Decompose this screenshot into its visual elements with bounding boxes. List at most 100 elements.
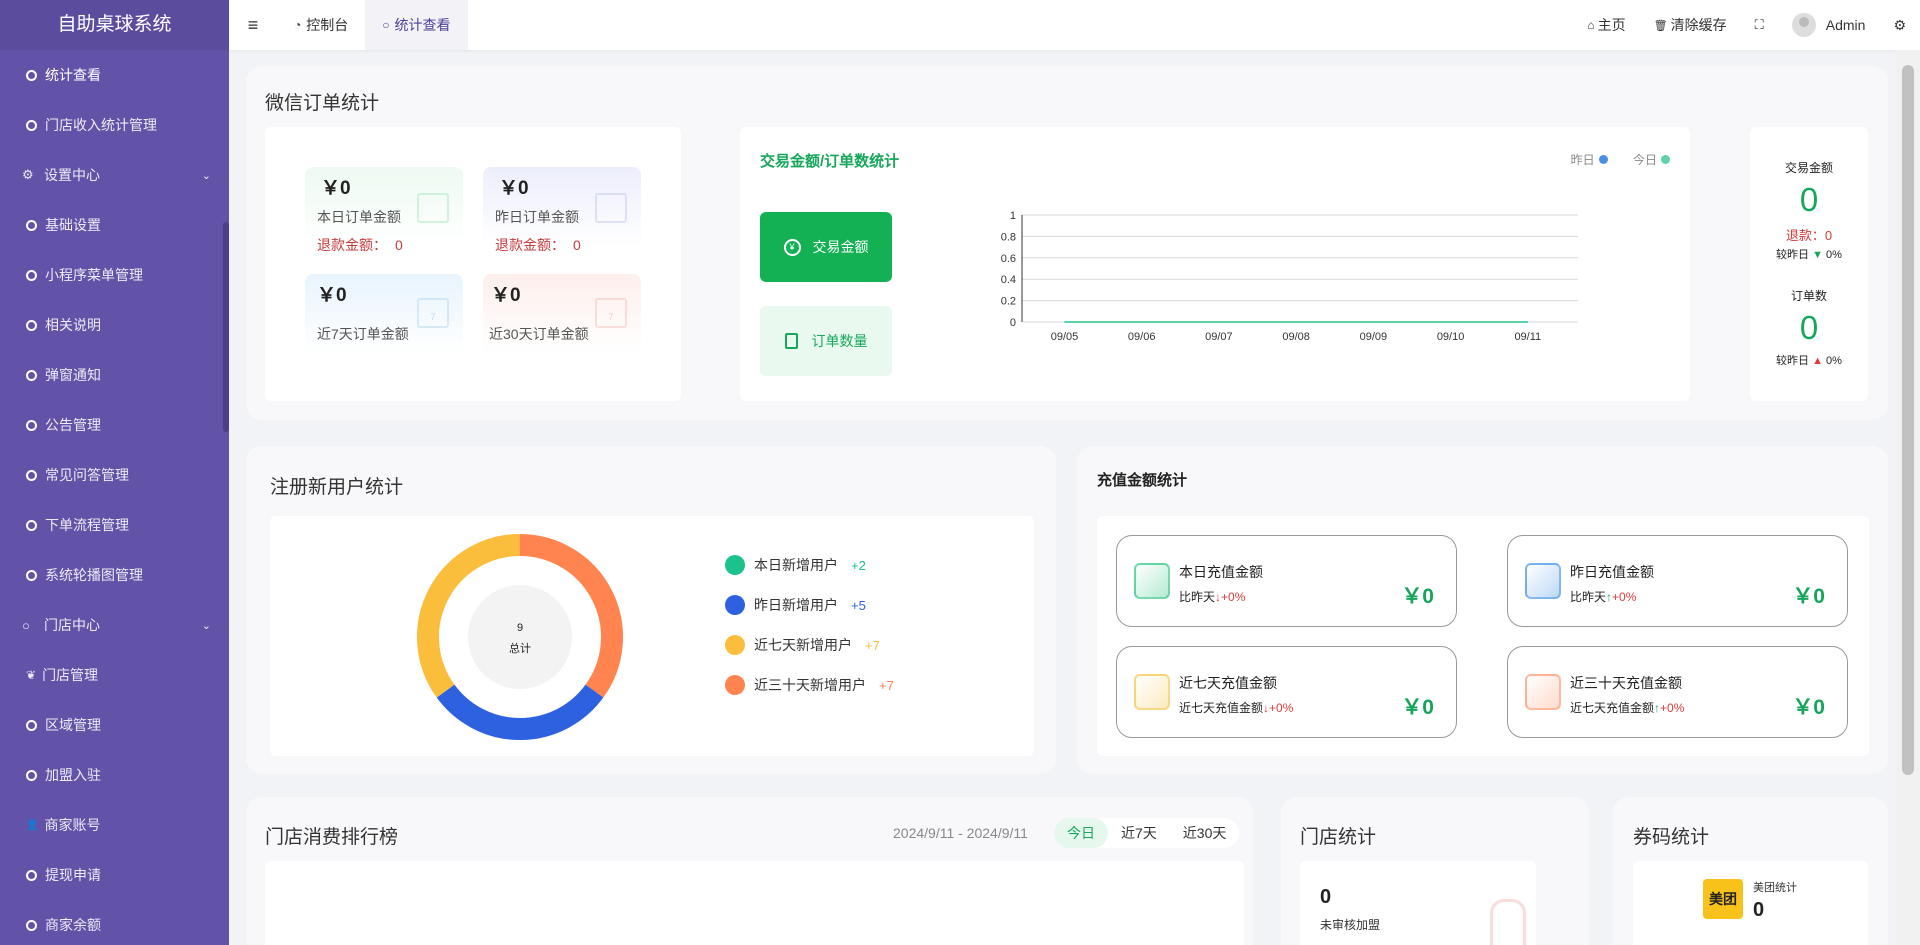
button-label: 订单数量 (811, 333, 868, 349)
money-bag-icon (1134, 563, 1170, 599)
scrollbar-thumb[interactable] (1902, 65, 1914, 775)
sidebar-item[interactable]: 下单流程管理 (0, 500, 229, 550)
range-today[interactable]: 今日 (1054, 818, 1108, 848)
menu-toggle-icon[interactable]: ≡ (229, 15, 277, 36)
sidebar-item-label: 商家账号 (44, 817, 101, 833)
y-tick-label: 1 (1010, 210, 1016, 222)
range-7days[interactable]: 近7天 (1108, 818, 1170, 848)
tab-label: 统计查看 (394, 17, 451, 33)
ranking-panel: 门店消费排行榜 2024/9/11 - 2024/9/11 今日 近7天 近30… (246, 797, 1253, 945)
store-label: 未审核加盟 (1320, 918, 1381, 932)
app-title: 自助桌球系统 (0, 0, 229, 50)
legend-dot-today (1661, 155, 1670, 164)
summary-orders-compare: 较昨日 ▲ 0% (1776, 355, 1842, 367)
trade-amount-button[interactable]: ¥ 交易金额 (760, 212, 892, 282)
x-tick-label: 09/07 (1205, 331, 1233, 343)
sidebar-item[interactable]: 👤 商家账号 (0, 800, 229, 850)
recharge-value: ￥0 (1401, 696, 1434, 719)
avatar (1791, 13, 1816, 37)
recharge-title: 近七天充值金额 (1179, 675, 1277, 691)
calendar-icon: 7 (595, 298, 627, 328)
circle-icon (26, 69, 37, 81)
register-users-panel: 注册新用户统计 9 总计 本日新增用户 +2 昨日新增用户 +5 近七天新增用户 +7 近三… (246, 446, 1056, 774)
settings-icon[interactable]: ⚙ (1893, 17, 1906, 34)
recharge-stat-box: 近七天充值金额近七天充值金额↓+0% ￥0 (1116, 646, 1457, 738)
page-scrollbar[interactable] (1896, 50, 1920, 945)
refund: 退款金额： 0 (317, 237, 403, 253)
recharge-compare: 近七天充值金额↓+0% (1179, 701, 1294, 715)
panel-title: 注册新用户统计 (270, 477, 404, 498)
users-chart-card: 9 总计 本日新增用户 +2 昨日新增用户 +5 近七天新增用户 +7 近三十天新增用户 +7 (270, 516, 1034, 756)
sidebar-item[interactable]: ○ 门店中心 ⌄ (0, 600, 229, 650)
circle-icon (26, 269, 37, 281)
sidebar-item[interactable]: 系统轮播图管理 (0, 550, 229, 600)
circle-icon (26, 919, 37, 931)
donut-total-label: 总计 (509, 643, 531, 655)
sidebar-item-label: 门店管理 (42, 667, 99, 683)
y-tick-label: 0.6 (1001, 253, 1016, 265)
trade-chart-card: 交易金额/订单数统计 昨日 今日 ¥ 交易金额 订单数量 0 0.2 0.4 0.6 0… (740, 127, 1690, 401)
legend-value: +5 (851, 597, 866, 613)
legend-dot (725, 555, 745, 575)
sidebar-item[interactable]: 相关说明 (0, 300, 229, 350)
panel-title: 充值金额统计 (1097, 472, 1188, 489)
sidebar-item[interactable]: 提现申请 (0, 850, 229, 900)
legend-item: 近三十天新增用户 +7 (725, 675, 894, 695)
money-bag-icon (1134, 674, 1170, 710)
trade-line-chart: 0 0.2 0.4 0.6 0.8 1 09/05 09/06 09/07 09/08 09/09 0… (1001, 210, 1578, 343)
circle-icon: ○ (382, 18, 390, 32)
refund: 退款金额： 0 (495, 237, 581, 253)
range-30days[interactable]: 近30天 (1170, 818, 1240, 848)
topbar-actions: ⌂ 主页 🗑 清除缓存 ⛶ Admin ⚙ (1587, 13, 1920, 37)
sidebar-item-label: 系统轮播图管理 (45, 567, 143, 583)
yesterday-order-card: ￥0 昨日订单金额 退款金额： 0 (483, 167, 641, 253)
user-menu[interactable]: Admin (1791, 13, 1865, 37)
sidebar-item[interactable]: 商家余额 (0, 900, 229, 945)
legend-dot-yesterday (1598, 155, 1608, 164)
sidebar-item[interactable]: 常见问答管理 (0, 450, 229, 500)
recharge-value: ￥0 (1792, 585, 1825, 608)
label: 近30天订单金额 (489, 326, 589, 342)
clear-cache-button[interactable]: 🗑 清除缓存 (1654, 15, 1727, 35)
fullscreen-icon[interactable]: ⛶ (1755, 17, 1764, 33)
recharge-value: ￥0 (1792, 696, 1825, 719)
recharge-panel: 充值金额统计 本日充值金额 比昨天↓+0% ￥0 昨日充值金额 比昨天↑+0% ￥0 近七天… (1077, 446, 1888, 774)
tab-label: 控制台 (306, 17, 349, 33)
sidebar-item-label: 商家余额 (45, 917, 101, 933)
order-count-button[interactable]: 订单数量 (760, 306, 892, 376)
home-link[interactable]: ⌂ 主页 (1587, 15, 1625, 35)
stamp-icon (1490, 899, 1526, 945)
x-tick-label: 09/10 (1437, 331, 1465, 343)
sidebar-item[interactable]: 弹窗通知 (0, 350, 229, 400)
cogs-icon: ⚙ (22, 167, 34, 182)
yuan-icon: ¥ (783, 238, 801, 256)
donut-slice (436, 684, 604, 740)
tab-statistics[interactable]: ○ 统计查看 (365, 0, 468, 50)
summary-orders-label: 订单数 (1790, 289, 1827, 303)
recharge-title: 近三十天充值金额 (1570, 675, 1682, 691)
topbar: ≡ ◔ 控制台 ○ 统计查看 ⌂ 主页 🗑 清除缓存 ⛶ Admin ⚙ (229, 0, 1920, 50)
clear-cache-label: 清除缓存 (1670, 17, 1727, 33)
amount: ￥0 (491, 285, 521, 306)
sidebar-item-label: 统计查看 (45, 67, 101, 83)
sidebar-item[interactable]: 小程序菜单管理 (0, 250, 229, 300)
sidebar-item[interactable]: ⚙ 设置中心 ⌄ (0, 150, 229, 200)
sidebar-item[interactable]: 门店收入统计管理 (0, 100, 229, 150)
circle-icon (26, 769, 37, 781)
x-tick-label: 09/11 (1514, 331, 1541, 343)
sidebar-item-label: 常见问答管理 (45, 467, 129, 483)
sidebar-item[interactable]: 公告管理 (0, 400, 229, 450)
panel-title: 微信订单统计 (265, 93, 380, 114)
recharge-card: 本日充值金额 比昨天↓+0% ￥0 昨日充值金额 比昨天↑+0% ￥0 近七天充值金额 近七天… (1097, 516, 1869, 756)
summary-orders: 0 (1799, 309, 1819, 346)
tab-dashboard[interactable]: ◔ 控制台 (277, 0, 365, 50)
circle-icon (26, 219, 37, 231)
sidebar-item[interactable]: 基础设置 (0, 200, 229, 250)
sidebar-scrollbar[interactable] (223, 222, 229, 432)
calendar-icon: 7 (417, 298, 449, 328)
sidebar-item[interactable]: ❦ 门店管理 (0, 650, 229, 700)
sidebar-item[interactable]: 统计查看 (0, 50, 229, 100)
legend-label: 本日新增用户 (754, 557, 838, 573)
sidebar-item[interactable]: 区域管理 (0, 700, 229, 750)
sidebar-item[interactable]: 加盟入驻 (0, 750, 229, 800)
